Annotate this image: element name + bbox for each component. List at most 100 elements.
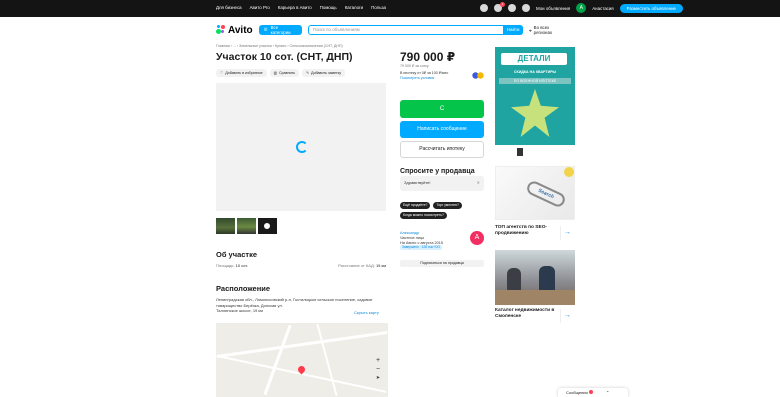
star-icon xyxy=(511,89,559,137)
photo-gallery[interactable] xyxy=(216,83,386,211)
mortgage-conditions-link[interactable]: Посмотреть условия xyxy=(400,76,434,80)
seller-type: Частное лицо xyxy=(400,235,425,240)
arrow-right-icon[interactable]: → xyxy=(560,226,574,240)
menu-icon: ☰ xyxy=(263,27,268,32)
mortgage-info: В ипотеку от 0₽ за 100 ₽/мес Посмотреть … xyxy=(400,71,449,80)
top-link-career[interactable]: Карьера в Авито xyxy=(278,5,312,10)
note-icon: ✎ xyxy=(306,71,310,75)
distance-param: Расстояние от КАД: 19 км xyxy=(338,263,386,268)
quick-questions: Ещё продаёте? Торг уместен? Когда можно … xyxy=(400,202,488,219)
chat-icon[interactable] xyxy=(508,4,516,12)
page-title: Участок 10 сот. (СНТ, ДНП) xyxy=(216,51,353,63)
seller-since: На Авито с августа 2015 xyxy=(400,240,443,245)
my-ads-link[interactable]: Мои объявления xyxy=(536,6,570,11)
dot-icon xyxy=(264,223,270,229)
zoom-out-button[interactable]: − xyxy=(374,365,382,374)
price: 790 000 ₽ xyxy=(400,50,456,64)
ad-desk xyxy=(495,290,575,305)
qr-icon xyxy=(517,148,523,156)
ad-text: ПО ВОЕННОЙ ИПОТЕКЕ xyxy=(499,78,571,84)
map-view[interactable]: + − ➤ xyxy=(216,323,388,397)
hide-map-link[interactable]: Скрыть карту xyxy=(354,310,379,315)
ad-banner-seo[interactable]: Search xyxy=(495,166,575,220)
ad-footer xyxy=(495,145,575,160)
messages-bar[interactable]: Сообщения ⌃ xyxy=(558,388,628,397)
bank-logo-icon xyxy=(472,72,484,79)
top-link-business[interactable]: Для бизнеса xyxy=(216,5,242,10)
map-road xyxy=(217,355,387,393)
area-param: Площадь: 10 сот. xyxy=(216,263,248,268)
post-ad-button[interactable]: Разместить объявление xyxy=(619,3,683,13)
top-link-benefit[interactable]: Польза xyxy=(371,5,386,10)
ad-person xyxy=(539,266,555,292)
header: Avito ☰ Все категории Поиск по объявлени… xyxy=(216,24,566,36)
top-bar: Для бизнеса Авито Pro Карьера в Авито По… xyxy=(0,0,780,17)
user-name[interactable]: Анастасия xyxy=(592,6,613,11)
top-link-catalogs[interactable]: Каталоги xyxy=(345,5,363,10)
ad-caption-seo[interactable]: ТОП агентств по SEO-продвижению xyxy=(495,225,555,236)
add-favorite-button[interactable]: ♡ Добавить в избранное xyxy=(216,69,267,77)
search-input[interactable]: Поиск по объявлениям Найти xyxy=(307,25,524,35)
ad-banner-detali[interactable]: ДЕТАЛИ СКИДКА НА КВАРТИРЫ ПО ВОЕННОЙ ИПО… xyxy=(495,47,575,160)
ad-caption-realty[interactable]: Каталог недвижимости в Смоленске xyxy=(495,308,555,319)
gallery-thumbnails xyxy=(216,218,277,234)
price-per-sotka: 79 000 ₽ за сотку xyxy=(400,64,429,68)
logo-dots-icon xyxy=(216,25,226,35)
unread-dot-icon xyxy=(588,390,593,394)
bell-icon[interactable]: 1 xyxy=(494,2,505,12)
seller-name[interactable]: Александр xyxy=(400,231,419,235)
quick-question-chip[interactable]: Когда можно посмотреть? xyxy=(400,212,447,219)
ad-decoration-icon xyxy=(564,167,574,177)
top-links: Для бизнеса Авито Pro Карьера в Авито По… xyxy=(216,5,386,10)
heart-icon[interactable] xyxy=(480,4,488,12)
arrow-right-icon[interactable]: → xyxy=(560,309,574,323)
about-heading: Об участке xyxy=(216,250,258,259)
compare-button[interactable]: ▥ Сравнить xyxy=(269,69,300,77)
map-road xyxy=(216,331,388,358)
about-params: Площадь: 10 сот. Расстояние от КАД: 19 к… xyxy=(216,263,386,268)
thumbnail-more[interactable] xyxy=(258,218,277,234)
map-road xyxy=(316,324,338,396)
compare-icon: ▥ xyxy=(273,71,278,75)
seller-rating-badge: Завершено · 128 тыс+ОО xyxy=(400,245,442,251)
ask-seller-heading: Спросите у продавца xyxy=(400,168,475,175)
ask-seller-input[interactable]: Здравствуйте! ✕ xyxy=(400,176,484,191)
top-link-pro[interactable]: Авито Pro xyxy=(250,5,270,10)
clear-icon[interactable]: ✕ xyxy=(477,180,480,185)
all-categories-button[interactable]: ☰ Все категории xyxy=(258,25,302,35)
quick-question-chip[interactable]: Ещё продаёте? xyxy=(400,202,431,209)
seller-info: Александр Частное лицо На Авито с август… xyxy=(400,231,470,251)
top-link-help[interactable]: Помощь xyxy=(320,5,337,10)
avito-logo[interactable]: Avito xyxy=(216,25,253,36)
ad-banner-realty[interactable] xyxy=(495,250,575,305)
thumbnail[interactable] xyxy=(216,218,235,234)
locate-icon[interactable]: ➤ xyxy=(374,374,382,383)
ad-person xyxy=(507,268,521,292)
search-button[interactable]: Найти xyxy=(503,25,524,35)
calculate-mortgage-button[interactable]: Рассчитать ипотеку xyxy=(400,141,484,158)
chevron-up-icon[interactable]: ⌃ xyxy=(606,390,609,395)
quick-question-chip[interactable]: Торг уместен? xyxy=(433,202,462,209)
subscribe-seller-button[interactable]: Подписаться на продавца xyxy=(400,260,484,267)
seller-avatar[interactable]: А xyxy=(470,231,484,245)
location-heading: Расположение xyxy=(216,284,271,293)
listing-actions: ♡ Добавить в избранное ▥ Сравнить ✎ Добавит… xyxy=(216,69,346,77)
write-message-button[interactable]: Написать сообщение xyxy=(400,121,484,138)
zoom-in-button[interactable]: + xyxy=(374,356,382,365)
ad-brand: ДЕТАЛИ xyxy=(501,53,567,65)
add-note-button[interactable]: ✎ Добавить заметку xyxy=(302,69,346,77)
region-selector[interactable]: ⌖ Во всех регионах xyxy=(529,25,566,35)
map-zoom-controls: + − ➤ xyxy=(374,356,382,383)
loading-spinner-icon xyxy=(296,141,308,153)
breadcrumb[interactable]: Главная › ... › Земельные участки › Купи… xyxy=(216,44,343,48)
heart-icon: ♡ xyxy=(220,71,224,75)
cart-icon[interactable] xyxy=(522,4,530,12)
ad-text: СКИДКА НА КВАРТИРЫ xyxy=(513,70,557,74)
user-avatar[interactable]: А xyxy=(576,3,587,13)
thumbnail[interactable] xyxy=(237,218,256,234)
location-pin-icon: ⌖ xyxy=(529,27,532,33)
map-road xyxy=(263,324,292,396)
top-right: 1 Мои объявления А Анастасия Разместить … xyxy=(480,2,683,13)
show-phone-button[interactable]: С xyxy=(400,100,484,118)
highway-text: Таллинское шоссе, 19 км xyxy=(216,308,263,314)
